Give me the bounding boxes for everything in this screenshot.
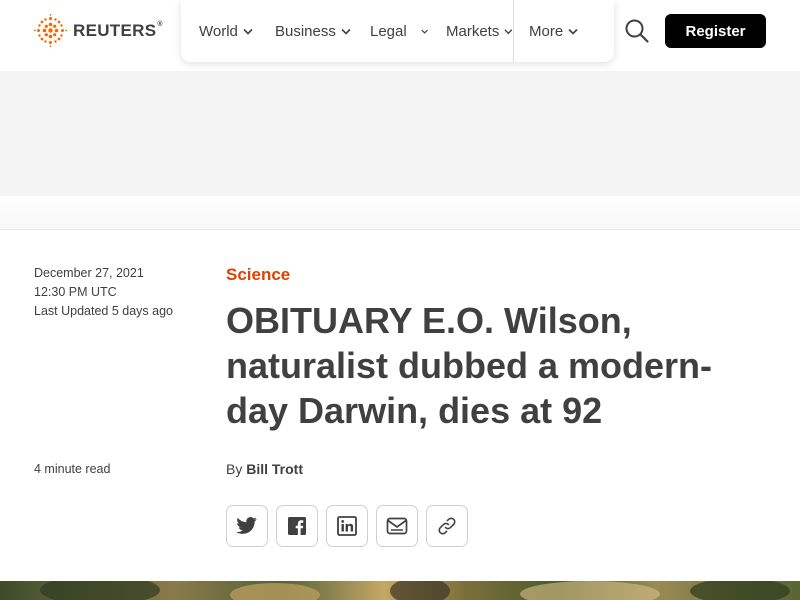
share-linkedin-button[interactable] — [326, 505, 368, 547]
search-button[interactable] — [624, 18, 650, 44]
reuters-logo-mark-icon — [34, 14, 67, 47]
nav-item-business[interactable]: Business — [257, 0, 352, 62]
share-facebook-button[interactable] — [276, 505, 318, 547]
nav-item-legal[interactable]: Legal — [352, 0, 428, 62]
chevron-down-icon — [568, 28, 578, 35]
byline-prefix: By — [226, 461, 243, 477]
email-icon — [386, 517, 408, 535]
link-icon — [438, 517, 456, 535]
chevron-down-icon — [504, 28, 513, 34]
ad-placeholder — [0, 71, 800, 196]
nav-item-label: Markets — [446, 22, 500, 40]
nav-item-label: Business — [275, 22, 336, 40]
copy-link-button[interactable] — [426, 505, 468, 547]
chevron-down-icon — [243, 28, 253, 35]
article-time: 12:30 PM UTC — [34, 285, 117, 299]
register-button[interactable]: Register — [665, 14, 766, 48]
share-twitter-button[interactable] — [226, 505, 268, 547]
site-header: REUTERS® World Business Legal Markets Mo… — [0, 0, 800, 71]
share-bar — [226, 505, 476, 547]
ad-divider — [0, 196, 800, 230]
article-date: December 27, 2021 — [34, 266, 144, 280]
nav-item-label: More — [529, 22, 564, 40]
logo-wordmark: REUTERS® — [73, 20, 163, 40]
chevron-down-icon — [421, 29, 428, 34]
article-read-time: 4 minute read — [34, 462, 111, 476]
linkedin-icon — [337, 516, 357, 536]
lead-photo — [0, 581, 800, 600]
chevron-down-icon — [341, 28, 351, 35]
article-byline: By Bill Trott — [226, 461, 303, 477]
reuters-logo[interactable]: REUTERS® — [34, 14, 163, 47]
twitter-icon — [236, 517, 257, 534]
article-category-link[interactable]: Science — [226, 265, 290, 285]
article-headline: OBITUARY E.O. Wilson, naturalist dubbed … — [226, 300, 713, 431]
author-link[interactable]: Bill Trott — [246, 461, 303, 477]
nav-item-world[interactable]: World — [181, 0, 257, 62]
nav-item-markets[interactable]: Markets — [428, 0, 513, 62]
nav-item-label: World — [199, 22, 238, 40]
search-icon — [625, 19, 649, 43]
share-email-button[interactable] — [376, 505, 418, 547]
article-last-updated: Last Updated 5 days ago — [34, 304, 173, 318]
nav-item-label: Legal — [370, 22, 407, 40]
main-nav: World Business Legal Markets More — [181, 0, 614, 62]
facebook-icon — [288, 517, 306, 535]
nav-item-more[interactable]: More — [514, 0, 596, 62]
